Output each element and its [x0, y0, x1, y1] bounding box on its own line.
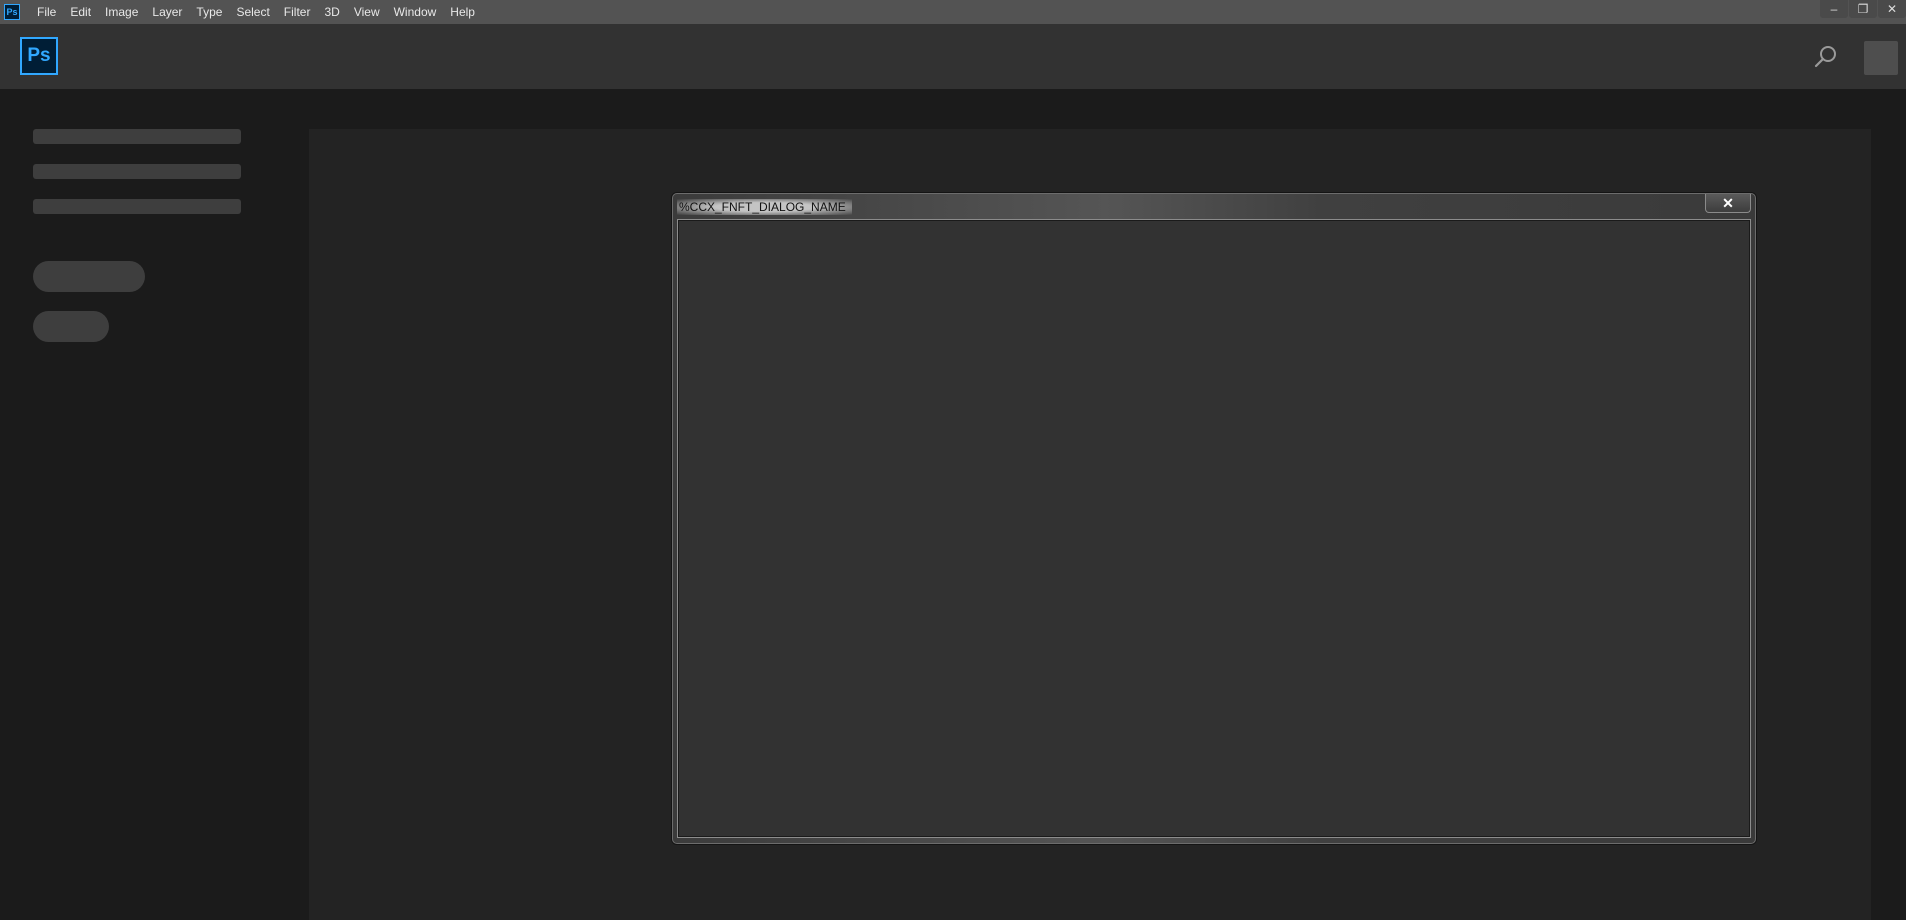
menu-3d[interactable]: 3D — [317, 0, 346, 24]
photoshop-app-icon[interactable]: Ps — [4, 4, 20, 20]
loading-placeholder-line — [33, 199, 241, 214]
restore-button[interactable]: ❐ — [1849, 0, 1877, 18]
search-icon[interactable] — [1812, 43, 1840, 71]
loading-placeholder-line — [33, 129, 241, 144]
menu-help[interactable]: Help — [443, 0, 482, 24]
loading-placeholder-button — [33, 311, 109, 342]
dialog-close-button[interactable]: ✕ — [1705, 194, 1751, 213]
menu-file[interactable]: File — [30, 0, 63, 24]
menu-image[interactable]: Image — [98, 0, 145, 24]
photoshop-logo[interactable]: Ps — [20, 37, 58, 75]
app-header: Ps — [0, 24, 1906, 89]
window-controls: – ❐ ✕ — [1819, 0, 1906, 20]
loading-placeholder-button — [33, 261, 145, 292]
dialog-window: %CCX_FNFT_DIALOG_NAME ✕ — [672, 193, 1756, 844]
minimize-button[interactable]: – — [1820, 0, 1848, 18]
close-window-button[interactable]: ✕ — [1878, 0, 1906, 18]
menu-type[interactable]: Type — [189, 0, 229, 24]
sidebar — [0, 89, 309, 920]
menu-select[interactable]: Select — [229, 0, 276, 24]
menu-view[interactable]: View — [347, 0, 387, 24]
dialog-title: %CCX_FNFT_DIALOG_NAME — [677, 199, 852, 215]
loading-placeholder-line — [33, 164, 241, 179]
avatar[interactable] — [1864, 41, 1898, 75]
dialog-content-area — [677, 219, 1751, 838]
menu-bar: Ps File Edit Image Layer Type Select Fil… — [0, 0, 1906, 24]
menu-filter[interactable]: Filter — [277, 0, 318, 24]
menu-window[interactable]: Window — [387, 0, 444, 24]
menu-layer[interactable]: Layer — [145, 0, 189, 24]
menu-edit[interactable]: Edit — [63, 0, 98, 24]
